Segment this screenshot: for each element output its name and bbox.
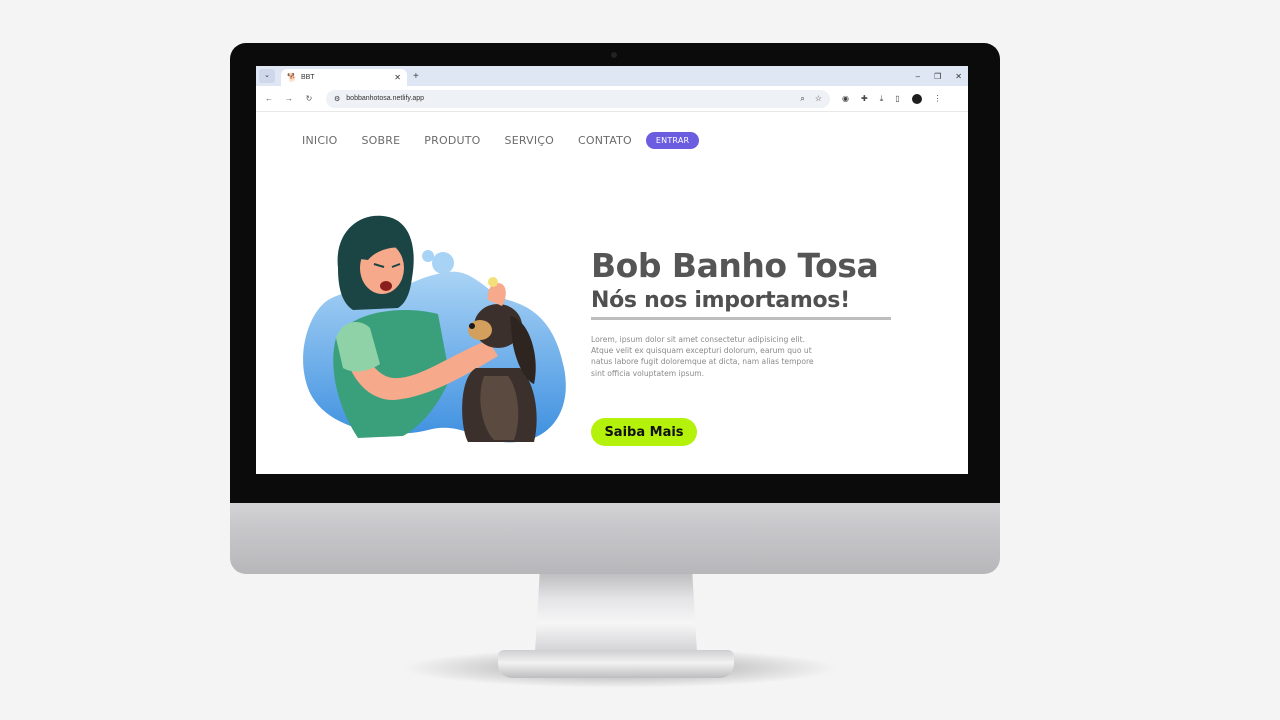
login-button[interactable]: ENTRAR [645, 132, 700, 149]
dog-muzzle [468, 320, 492, 340]
monitor-screen: ⌄ 🐕 BBT ✕ + – ❐ ✕ ← → ↻ ⚙ bobbanhotosa.n… [256, 66, 968, 474]
side-panel-icon[interactable]: ▯ [895, 94, 899, 103]
window-controls: – ❐ ✕ [916, 66, 962, 86]
address-bar[interactable]: ⚙ bobbanhotosa.netlify.app ⌕ ☆ [326, 89, 830, 108]
webcam-icon [611, 52, 617, 58]
bubble [432, 252, 454, 274]
hero-description: Lorem, ipsum dolor sit amet consectetur … [591, 335, 814, 378]
profile-avatar[interactable] [911, 93, 922, 104]
kebab-menu-icon[interactable]: ⋮ [934, 94, 942, 103]
forward-icon[interactable]: → [282, 94, 296, 103]
dog-icon: 🐕 [287, 73, 297, 82]
search-icon[interactable]: ⌕ [800, 94, 804, 104]
restore-icon[interactable]: ❐ [934, 72, 941, 81]
hero-title: Bob Banho Tosa [591, 246, 879, 285]
hero-divider [591, 317, 891, 320]
toolbar-icons: ◉ ✚ ⤓ ▯ ⋮ [842, 93, 942, 104]
nav-link-sobre[interactable]: SOBRE [362, 134, 401, 147]
hero-illustration [303, 215, 566, 443]
site-nav: INICIO SOBRE PRODUTO SERVIÇO CONTATO ENT… [302, 132, 700, 149]
website: INICIO SOBRE PRODUTO SERVIÇO CONTATO ENT… [256, 112, 968, 474]
dog-nose [469, 323, 475, 329]
bookmark-star-icon[interactable]: ☆ [815, 94, 822, 103]
download-icon[interactable]: ⤓ [880, 94, 884, 104]
site-settings-icon[interactable]: ⚙ [334, 95, 340, 103]
url-text[interactable]: bobbanhotosa.netlify.app [346, 95, 790, 102]
soap-bubble [488, 277, 498, 287]
extensions-icon[interactable]: ✚ [861, 94, 868, 103]
back-icon[interactable]: ← [262, 94, 276, 103]
nav-link-servico[interactable]: SERVIÇO [505, 134, 554, 147]
close-icon[interactable]: ✕ [394, 73, 401, 82]
monitor-stand-base [498, 650, 734, 678]
extension-shield-icon[interactable]: ◉ [842, 94, 849, 103]
nav-link-contato[interactable]: CONTATO [578, 134, 632, 147]
monitor-stand-neck [535, 570, 697, 652]
nav-link-inicio[interactable]: INICIO [302, 134, 338, 147]
tab-title: BBT [300, 74, 315, 81]
hero-subtitle: Nós nos importamos! [591, 288, 850, 313]
window-close-icon[interactable]: ✕ [955, 72, 962, 81]
woman-mouth [380, 281, 392, 291]
browser-tabstrip: ⌄ 🐕 BBT ✕ + – ❐ ✕ [256, 66, 968, 86]
bubble [422, 250, 434, 262]
chevron-down-icon[interactable]: ⌄ [259, 69, 275, 83]
browser-tab[interactable]: 🐕 BBT ✕ [281, 69, 407, 86]
new-tab-button[interactable]: + [413, 71, 419, 82]
reload-icon[interactable]: ↻ [302, 94, 316, 103]
nav-link-produto[interactable]: PRODUTO [424, 134, 480, 147]
minimize-icon[interactable]: – [916, 72, 920, 81]
browser-toolbar: ← → ↻ ⚙ bobbanhotosa.netlify.app ⌕ ☆ ◉ ✚… [256, 86, 968, 112]
saiba-mais-button[interactable]: Saiba Mais [591, 418, 697, 446]
